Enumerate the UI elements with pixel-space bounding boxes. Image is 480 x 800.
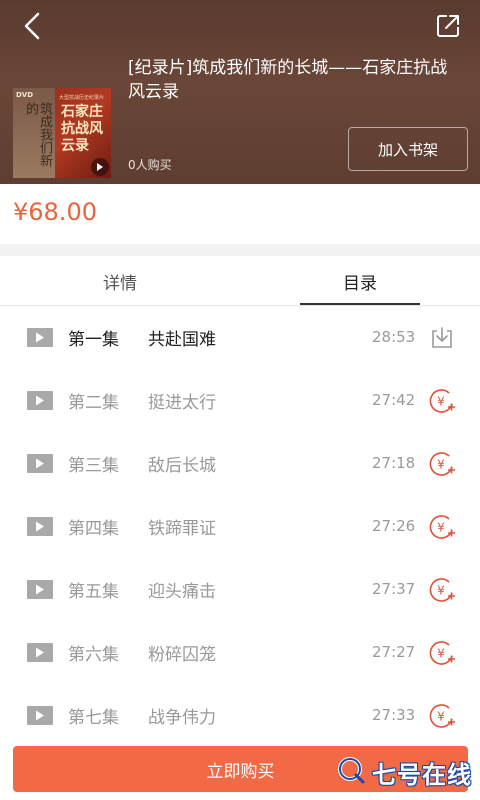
episode-title: 铁蹄罪证: [148, 519, 216, 539]
watermark-logo-icon: [336, 755, 366, 789]
product-title: [纪录片]筑成我们新的长城——石家庄抗战风云录: [128, 58, 448, 102]
episode-duration: 27:33: [372, 706, 416, 724]
svg-text:¥: ¥: [437, 521, 445, 535]
episode-row[interactable]: 第三集 敌后长城 27:18 ¥: [0, 432, 480, 495]
add-to-shelf-button[interactable]: 加入书架: [348, 127, 468, 171]
episode-row[interactable]: 第六集 粉碎囚笼 27:27 ¥: [0, 621, 480, 684]
download-icon[interactable]: [428, 324, 456, 352]
watermark-text: 七号在线: [372, 760, 472, 789]
back-button[interactable]: [14, 10, 50, 46]
play-icon: [27, 454, 53, 473]
episode-title: 挺进太行: [148, 393, 216, 413]
cover-image[interactable]: DVD 筑成我们新的 大型抗战历史纪录片 石家庄抗战风云录: [13, 88, 111, 178]
episode-number: 第二集: [68, 393, 119, 413]
episode-duration: 27:27: [372, 643, 416, 661]
episode-row[interactable]: 第二集 挺进太行 27:42 ¥: [0, 369, 480, 432]
episode-duration: 27:18: [372, 454, 416, 472]
product-header: DVD 筑成我们新的 大型抗战历史纪录片 石家庄抗战风云录 [纪录片]筑成我们新…: [0, 0, 480, 184]
play-icon: [27, 391, 53, 410]
active-tab-indicator: [300, 303, 420, 305]
play-icon: [27, 328, 53, 347]
episode-number: 第一集: [68, 330, 119, 350]
cover-subtitle: 大型抗战历史纪录片: [59, 95, 105, 101]
back-arrow-icon: [22, 11, 42, 45]
episode-duration: 27:37: [372, 580, 416, 598]
watermark: 七号在线: [336, 752, 472, 792]
svg-text:¥: ¥: [437, 458, 445, 472]
episode-title: 敌后长城: [148, 456, 216, 476]
episode-duration: 27:42: [372, 391, 416, 409]
episode-number: 第三集: [68, 456, 119, 476]
share-button[interactable]: [430, 10, 466, 46]
cover-dvd-logo: DVD: [16, 91, 34, 99]
buyer-count: 0人购买: [128, 158, 172, 172]
yuan-plus-icon[interactable]: ¥: [428, 639, 456, 667]
episode-number: 第七集: [68, 708, 119, 728]
episode-title: 共赴国难: [148, 330, 216, 350]
section-divider: [0, 244, 480, 256]
share-icon: [435, 13, 461, 43]
cover-title: 石家庄抗战风云录: [61, 104, 103, 154]
yuan-plus-icon[interactable]: ¥: [428, 513, 456, 541]
episode-duration: 28:53: [372, 328, 416, 346]
episode-row[interactable]: 第一集 共赴国难 28:53: [0, 306, 480, 369]
price: ¥68.00: [13, 198, 97, 226]
tab-bar: 详情 目录: [0, 256, 480, 306]
episode-title: 战争伟力: [148, 708, 216, 728]
episode-duration: 27:26: [372, 517, 416, 535]
episode-row[interactable]: 第五集 迎头痛击 27:37 ¥: [0, 558, 480, 621]
yuan-plus-icon[interactable]: ¥: [428, 576, 456, 604]
play-icon: [27, 706, 53, 725]
svg-text:¥: ¥: [437, 647, 445, 661]
play-icon: [27, 643, 53, 662]
episode-number: 第六集: [68, 645, 119, 665]
episode-title: 粉碎囚笼: [148, 645, 216, 665]
svg-text:¥: ¥: [437, 395, 445, 409]
yuan-plus-icon[interactable]: ¥: [428, 702, 456, 730]
cover-play-icon[interactable]: [91, 158, 109, 176]
play-icon: [27, 580, 53, 599]
yuan-plus-icon[interactable]: ¥: [428, 450, 456, 478]
episode-number: 第五集: [68, 582, 119, 602]
episode-row[interactable]: 第四集 铁蹄罪证 27:26 ¥: [0, 495, 480, 558]
yuan-plus-icon[interactable]: ¥: [428, 387, 456, 415]
tab-catalog[interactable]: 目录: [300, 256, 420, 306]
price-bar: ¥68.00: [0, 184, 480, 244]
svg-text:¥: ¥: [437, 710, 445, 724]
episode-number: 第四集: [68, 519, 119, 539]
episode-title: 迎头痛击: [148, 582, 216, 602]
cover-calligraphy: 筑成我们新的: [23, 102, 52, 167]
svg-text:¥: ¥: [437, 584, 445, 598]
tab-details[interactable]: 详情: [60, 256, 180, 306]
play-icon: [27, 517, 53, 536]
